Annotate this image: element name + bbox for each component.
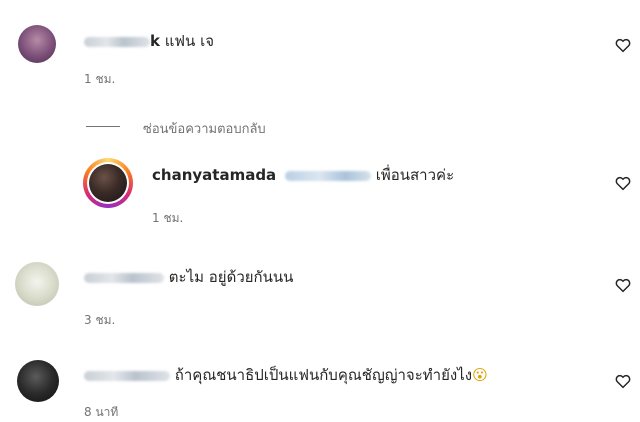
comment-time: 3 ชม.: [84, 313, 116, 327]
comment-line: ถ้าคุณชนาธิปเป็นแฟนกับคุณชัญญ่าจะทำยังไง…: [84, 365, 488, 385]
avatar[interactable]: [15, 262, 59, 306]
avatar[interactable]: [18, 25, 56, 63]
hide-replies-button[interactable]: ซ่อนข้อความตอบกลับ: [143, 118, 266, 139]
username-blurred[interactable]: [84, 370, 170, 381]
replies-divider: [86, 126, 120, 127]
username-blurred[interactable]: [84, 272, 164, 283]
comment-text: แฟน เจ: [164, 32, 214, 50]
reply-line: chanyatamada เพื่อนสาวค่ะ: [152, 165, 454, 185]
comment-text: เพื่อนสาวค่ะ: [375, 166, 455, 184]
mention-blurred[interactable]: [284, 170, 371, 181]
comment-time: 1 ชม.: [84, 72, 116, 86]
heart-outline-icon[interactable]: [614, 174, 632, 192]
comment-text: ถ้าคุณชนาธิปเป็นแฟนกับคุณชัญญ่าจะทำยังไง: [174, 366, 473, 384]
username-blurred[interactable]: [84, 36, 150, 47]
surprised-emoji: 😮: [472, 366, 488, 384]
username-suffix[interactable]: k: [150, 32, 160, 50]
heart-outline-icon[interactable]: [614, 372, 632, 390]
comment-time: 1 ชม.: [152, 211, 184, 225]
heart-outline-icon[interactable]: [614, 36, 632, 54]
comment-line: k แฟน เจ: [84, 31, 214, 51]
comment-text: ตะไม อยู่ด้วยกันนน: [168, 268, 294, 286]
avatar-photo: [89, 164, 127, 202]
avatar[interactable]: [17, 360, 59, 402]
heart-outline-icon[interactable]: [614, 276, 632, 294]
comment-line: ตะไม อยู่ด้วยกันนน: [84, 267, 293, 287]
username[interactable]: chanyatamada: [152, 166, 276, 184]
